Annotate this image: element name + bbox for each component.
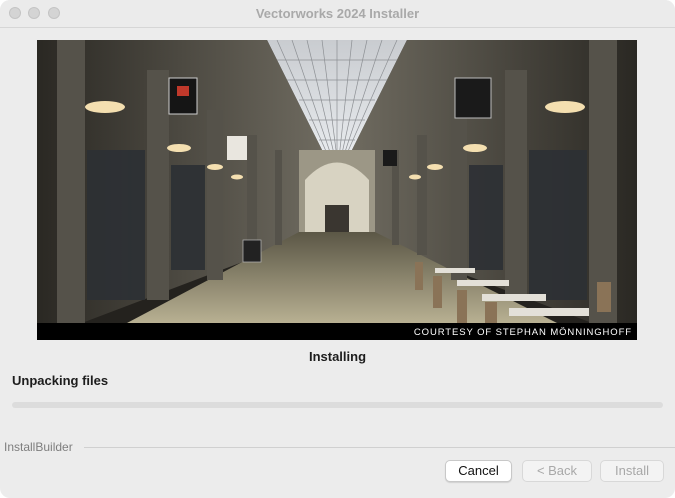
brand-label: InstallBuilder <box>4 440 77 454</box>
progress-label: Unpacking files <box>12 373 109 388</box>
image-credit: COURTESY OF STEPHAN MÖNNINGHOFF <box>413 327 632 338</box>
arcade-illustration <box>37 40 637 340</box>
banner-image: COURTESY OF STEPHAN MÖNNINGHOFF <box>37 40 637 340</box>
footer-divider <box>84 447 675 448</box>
installer-window: Vectorworks 2024 Installer COURTESY OF S… <box>0 0 675 498</box>
back-button[interactable]: < Back <box>522 460 592 482</box>
cancel-button[interactable]: Cancel <box>445 460 512 482</box>
caption-bar: COURTESY OF STEPHAN MÖNNINGHOFF <box>37 323 637 340</box>
progress-bar <box>12 402 663 408</box>
status-title: Installing <box>308 349 367 364</box>
window-title: Vectorworks 2024 Installer <box>255 6 420 21</box>
title-bar: Vectorworks 2024 Installer <box>0 0 675 28</box>
install-button[interactable]: Install <box>600 460 664 482</box>
